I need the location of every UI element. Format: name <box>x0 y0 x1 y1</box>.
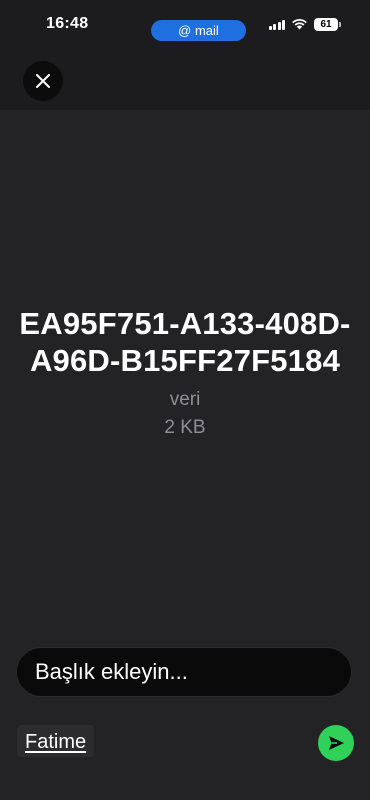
battery-icon: 61 <box>314 17 341 31</box>
file-size: 2 KB <box>164 417 206 438</box>
cellular-signal-icon <box>268 19 285 30</box>
header-bar <box>0 50 370 110</box>
mail-indicator-pill[interactable]: @ mail <box>151 20 246 41</box>
file-type: veri <box>169 389 201 410</box>
status-icons: 61 <box>268 15 341 33</box>
wifi-icon <box>292 19 307 30</box>
caption-input[interactable]: Başlık ekleyin... <box>16 647 352 697</box>
send-icon <box>329 736 344 750</box>
share-screen: 16:48 @ mail 61 EA95F751-A133-408D-A96D-… <box>0 0 370 800</box>
status-bar: 16:48 @ mail 61 <box>0 0 370 50</box>
status-time: 16:48 <box>46 15 89 32</box>
close-button[interactable] <box>23 61 63 101</box>
send-button[interactable] <box>318 725 354 761</box>
file-preview: EA95F751-A133-408D-A96D-B15FF27F5184 ver… <box>0 306 370 439</box>
recipient-name[interactable]: Fatime <box>17 725 95 757</box>
close-icon <box>36 74 50 88</box>
file-name: EA95F751-A133-408D-A96D-B15FF27F5184 <box>19 306 351 378</box>
